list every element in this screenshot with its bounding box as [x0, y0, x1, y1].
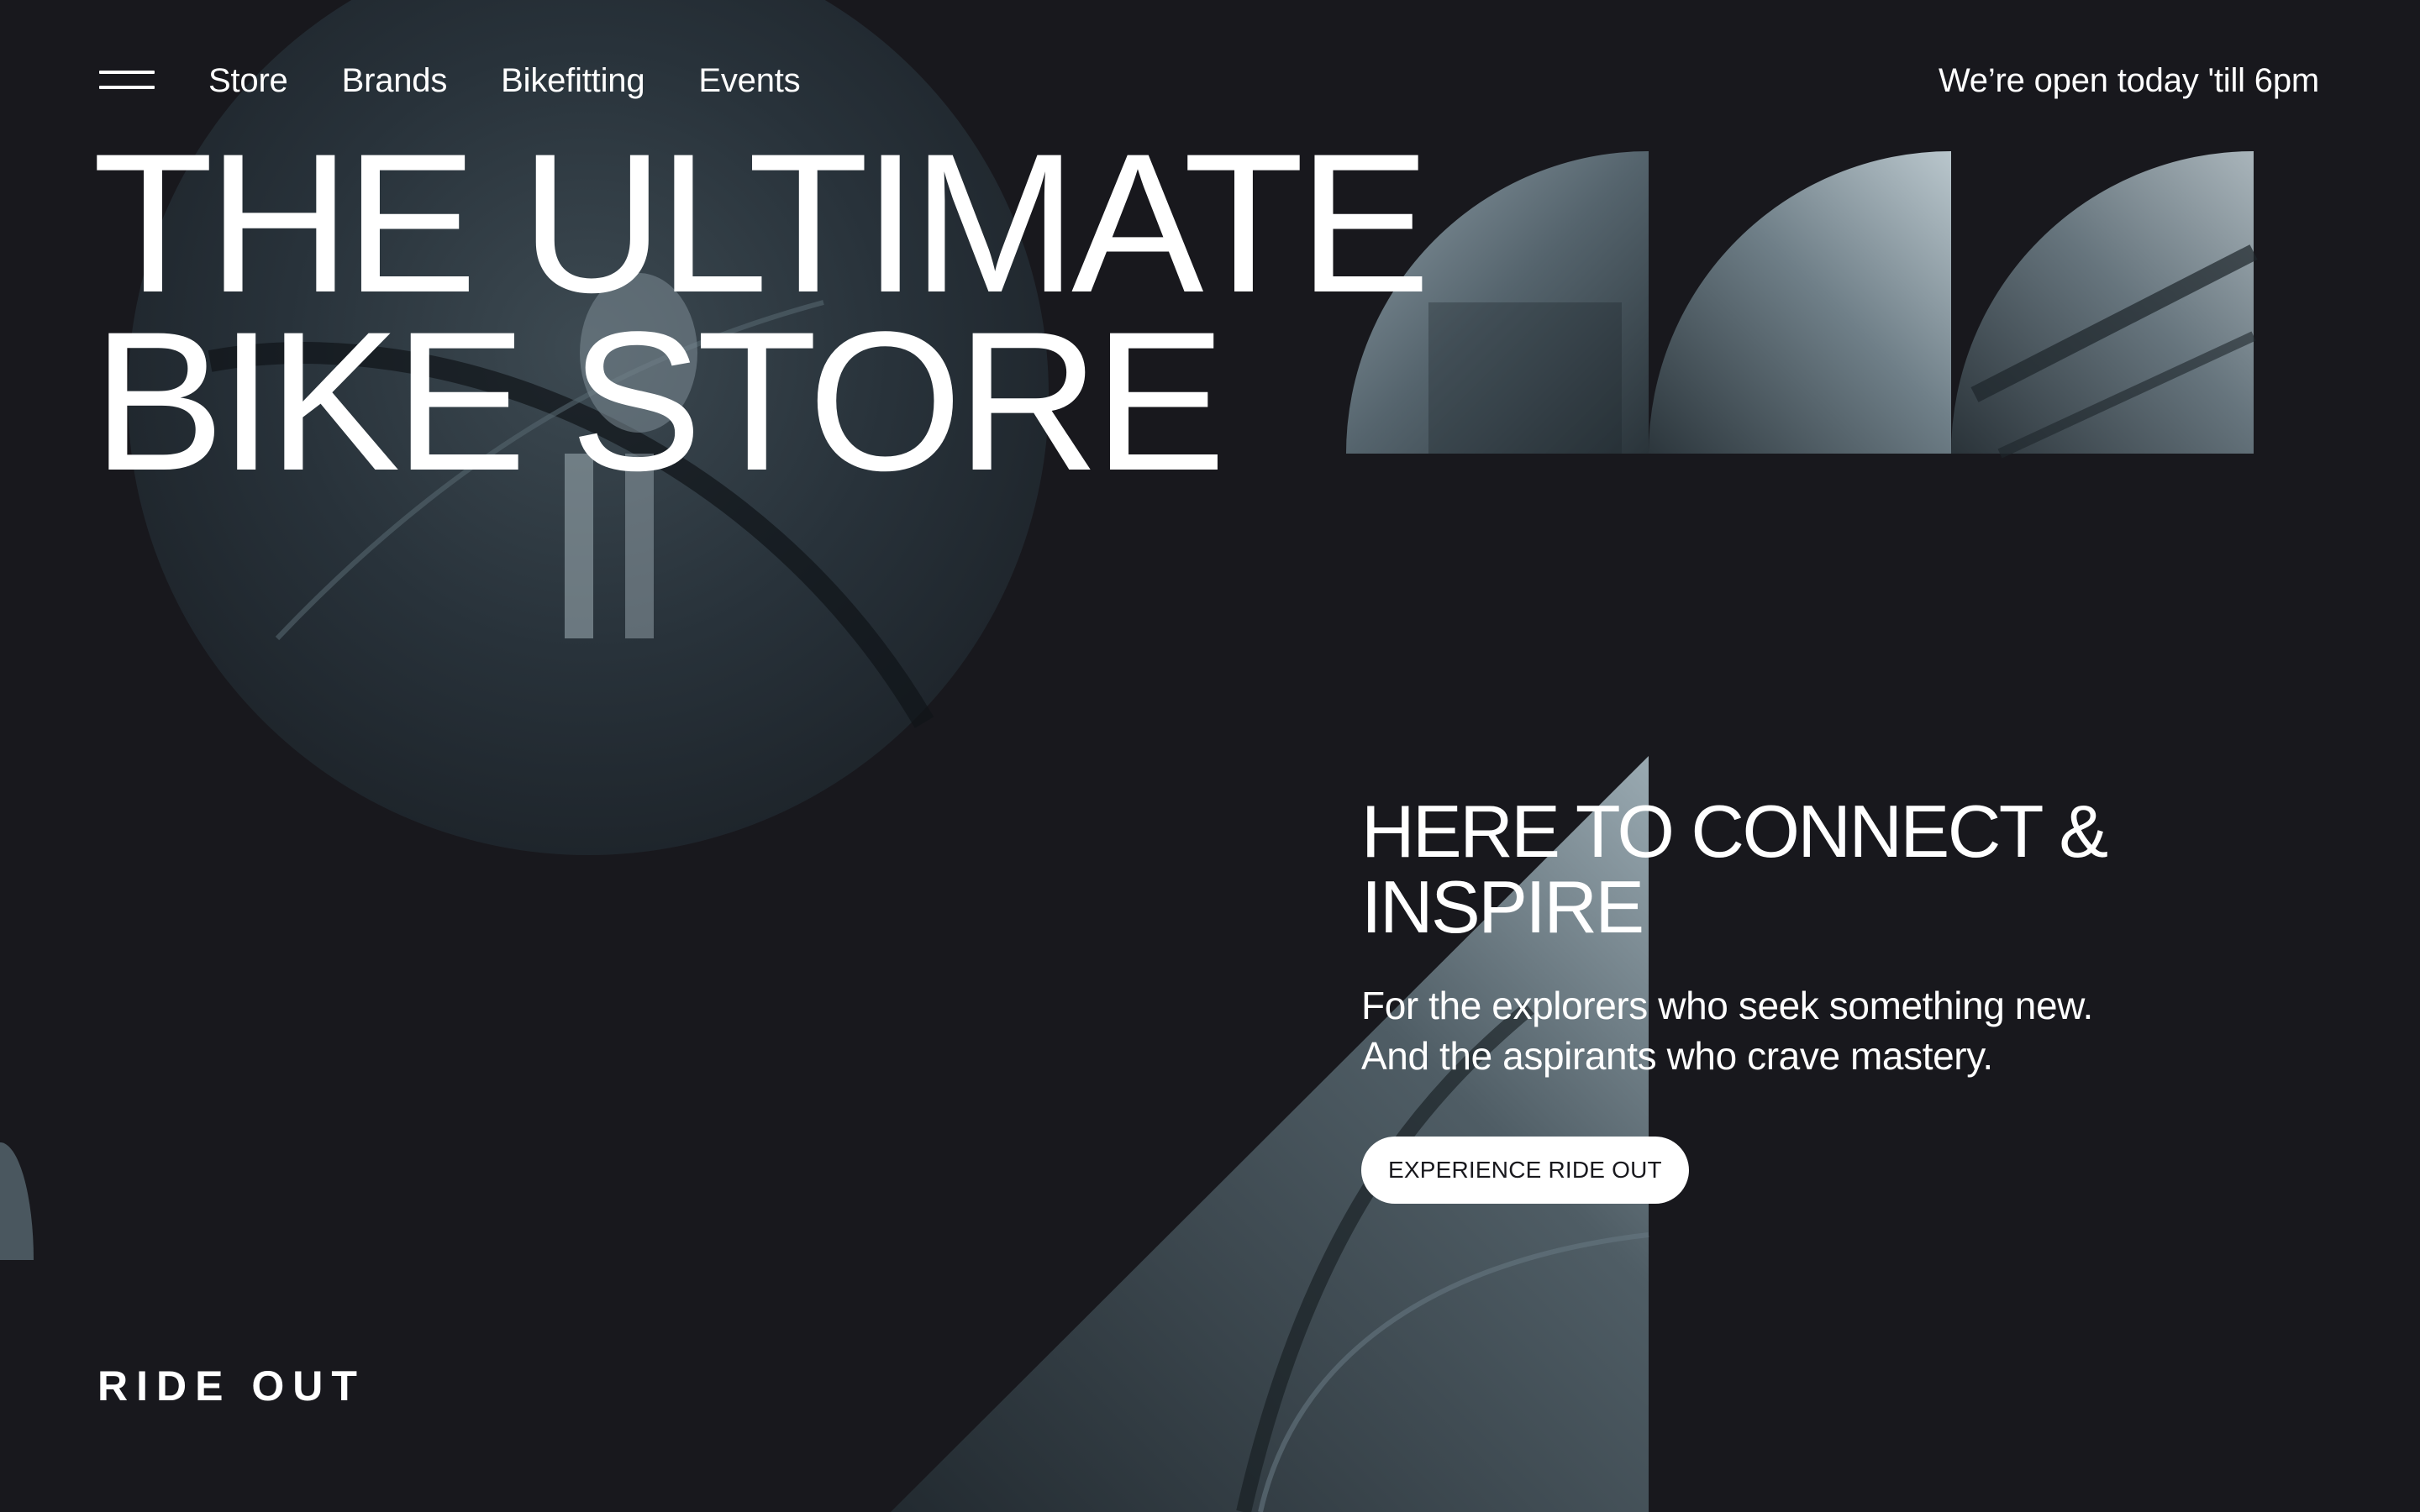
- experience-ride-out-button[interactable]: EXPERIENCE RIDE OUT: [1361, 1137, 1689, 1204]
- nav-item-store[interactable]: Store: [208, 57, 288, 104]
- arc-photos: [1346, 151, 2258, 459]
- menu-icon-line-bottom: [99, 86, 155, 89]
- site-header: Store Brands Bikefitting Events We’re op…: [0, 0, 2420, 160]
- intro-heading-line-1: HERE TO CONNECT &: [1361, 790, 2108, 873]
- intro-heading-line-2: INSPIRE: [1361, 865, 1644, 948]
- brand-wordmark[interactable]: RIDE OUT: [97, 1361, 366, 1411]
- hero-title-line-1: THE ULTIMATE: [92, 113, 1431, 334]
- hero-title-line-2: BIKE STORE: [92, 291, 1226, 512]
- menu-icon[interactable]: [99, 67, 156, 94]
- opening-hours: We’re open today 'till 6pm: [1938, 62, 2319, 99]
- nav-item-bikefitting[interactable]: Bikefitting: [501, 57, 644, 104]
- intro-lead: For the explorers who seek something new…: [1361, 980, 2286, 1081]
- hero-title: THE ULTIMATE BIKE STORE: [92, 113, 1431, 512]
- intro-section: HERE TO CONNECT & INSPIRE For the explor…: [1361, 794, 2286, 1204]
- intro-heading: HERE TO CONNECT & INSPIRE: [1361, 794, 2286, 945]
- menu-icon-line-top: [99, 71, 155, 74]
- intro-lead-line-1: For the explorers who seek something new…: [1361, 984, 2093, 1027]
- nav-item-brands[interactable]: Brands: [342, 57, 448, 104]
- intro-lead-line-2: And the aspirants who crave mastery.: [1361, 1034, 1993, 1078]
- nav-item-events[interactable]: Events: [698, 57, 800, 104]
- main-nav: Store Brands Bikefitting Events: [208, 57, 801, 104]
- landing-page: Store Brands Bikefitting Events We’re op…: [0, 0, 2420, 1512]
- edge-arc-photo: [0, 1142, 34, 1260]
